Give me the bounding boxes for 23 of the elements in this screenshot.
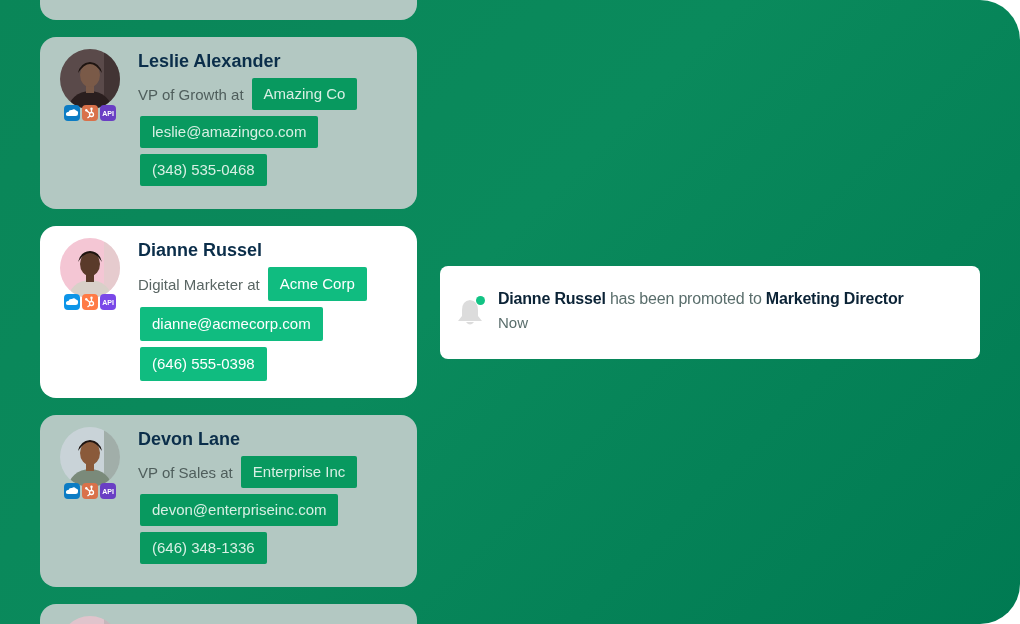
contact-name: Dianne Russel (138, 240, 263, 261)
cloud-icon (64, 105, 80, 121)
notification-time: Now (498, 313, 529, 331)
job-title: Digital Marketer at (138, 275, 260, 293)
job-title: VP of Growth at (138, 85, 244, 103)
company-tag: Amazing Co (251, 78, 358, 110)
email-tag: devon@enterpriseinc.com (140, 494, 339, 526)
network-icon (82, 483, 98, 499)
network-icon (82, 105, 98, 121)
phone-tag: (348) 535-0468 (140, 154, 267, 186)
phone-tag: (646) 555-0398 (140, 347, 267, 381)
contact-name: Leslie Alexander (138, 51, 281, 72)
email-tag: dianne@acmecorp.com (140, 307, 323, 341)
cloud-icon (64, 483, 80, 499)
job-title: VP of Sales at (138, 463, 233, 481)
network-icon (82, 294, 98, 310)
company-tag: Enterprise Inc (240, 456, 358, 488)
cloud-icon (64, 294, 80, 310)
email-tag: leslie@amazingco.com (140, 116, 319, 148)
contact-name: Devon Lane (138, 429, 241, 450)
notification-message: Dianne Russel has been promoted to Marketing Director (498, 289, 904, 308)
company-tag: Acme Corp (267, 267, 367, 301)
phone-tag: (646) 348-1336 (140, 532, 267, 564)
